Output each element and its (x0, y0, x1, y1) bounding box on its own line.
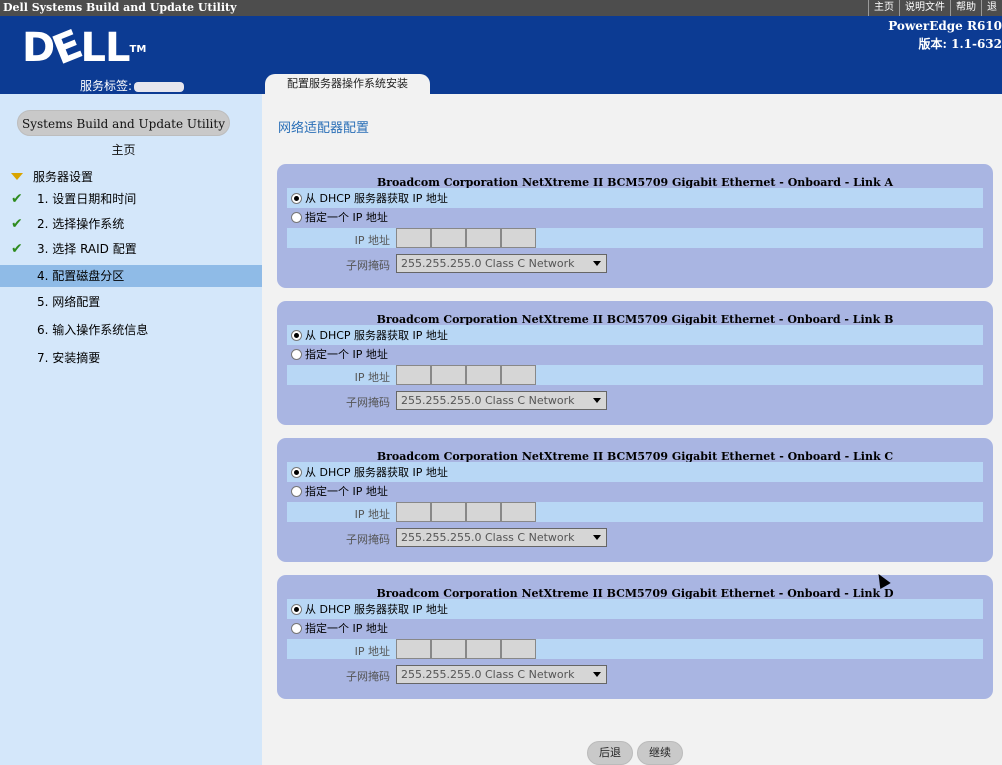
ip-label: IP 地址 (354, 645, 390, 658)
top-menu: 主页 说明文件 帮助 退 (868, 0, 1002, 16)
menu-documentation[interactable]: 说明文件 (899, 0, 950, 16)
static-ip-option[interactable]: 指定一个 IP 地址 (291, 619, 388, 637)
service-tag-value (134, 81, 185, 92)
sidebar-step-3[interactable]: ✔ 3. 选择 RAID 配置 (0, 238, 262, 260)
page-title: 网络适配器配置 (278, 121, 370, 136)
chevron-down-icon (591, 257, 604, 270)
ip-address-input[interactable] (396, 365, 536, 385)
ip-label: IP 地址 (354, 371, 390, 384)
sidebar-step-label: 1. 设置日期和时间 (37, 192, 137, 206)
title-bar: Dell Systems Build and Update Utility 主页… (0, 0, 1002, 16)
subnet-mask-select[interactable]: 255.255.255.0 Class C Network (396, 665, 607, 684)
ip-label: IP 地址 (354, 234, 390, 247)
sidebar-step-label: 6. 输入操作系统信息 (37, 323, 149, 337)
checkmark-icon: ✔ (11, 191, 23, 207)
ip-label: IP 地址 (354, 508, 390, 521)
dhcp-option[interactable]: 从 DHCP 服务器获取 IP 地址 (291, 189, 448, 207)
static-ip-option[interactable]: 指定一个 IP 地址 (291, 345, 388, 363)
radio-static-ip[interactable] (291, 622, 302, 634)
sidebar-step-label: 5. 网络配置 (37, 295, 101, 309)
nic-panel-c: Broadcom Corporation NetXtreme II BCM570… (277, 438, 993, 562)
static-ip-option[interactable]: 指定一个 IP 地址 (291, 482, 388, 500)
radio-dhcp[interactable] (291, 466, 302, 478)
nic-panel-a: Broadcom Corporation NetXtreme II BCM570… (277, 164, 993, 288)
subnet-label: 子网掩码 (346, 259, 390, 272)
radio-static-ip[interactable] (291, 211, 302, 223)
sidebar-step-label: 4. 配置磁盘分区 (37, 269, 125, 283)
chevron-down-icon (591, 668, 604, 681)
nic-panel-b: Broadcom Corporation NetXtreme II BCM570… (277, 301, 993, 425)
ip-address-input[interactable] (396, 639, 536, 659)
app-title: Dell Systems Build and Update Utility (3, 1, 237, 14)
version-label: 版本: 1.1-632 (918, 37, 1002, 51)
checkmark-icon: ✔ (11, 241, 23, 257)
dhcp-option[interactable]: 从 DHCP 服务器获取 IP 地址 (291, 600, 448, 618)
sidebar-step-2[interactable]: ✔ 2. 选择操作系统 (0, 213, 262, 235)
chevron-down-icon (591, 394, 604, 407)
dhcp-option[interactable]: 从 DHCP 服务器获取 IP 地址 (291, 463, 448, 481)
subnet-mask-select[interactable]: 255.255.255.0 Class C Network (396, 528, 607, 547)
subnet-label: 子网掩码 (346, 533, 390, 546)
static-ip-option[interactable]: 指定一个 IP 地址 (291, 208, 388, 226)
sidebar-step-label: 2. 选择操作系统 (37, 217, 125, 231)
subnet-label: 子网掩码 (346, 396, 390, 409)
expand-triangle-icon (11, 173, 23, 180)
chevron-down-icon (591, 531, 604, 544)
dell-logo: DELLTM (22, 21, 147, 75)
sidebar-step-4[interactable]: 4. 配置磁盘分区 (0, 265, 262, 287)
ip-address-input[interactable] (396, 228, 536, 248)
sidebar-step-label: 3. 选择 RAID 配置 (37, 242, 137, 256)
sidebar-step-1[interactable]: ✔ 1. 设置日期和时间 (0, 188, 262, 210)
sidebar-step-7[interactable]: 7. 安装摘要 (0, 347, 262, 369)
back-button[interactable]: 后退 (587, 741, 633, 765)
menu-home[interactable]: 主页 (868, 0, 899, 16)
sidebar-step-label: 7. 安装摘要 (37, 351, 101, 365)
sidebar: Systems Build and Update Utility 主页 服务器设… (0, 94, 262, 765)
radio-static-ip[interactable] (291, 485, 302, 497)
server-model: PowerEdge R610 (888, 19, 1002, 33)
radio-dhcp[interactable] (291, 603, 302, 615)
header: DELLTM 服务标签: PowerEdge R610 版本: 1.1-632 … (0, 16, 1002, 94)
service-tag: 服务标签: (80, 77, 185, 94)
home-button[interactable]: Systems Build and Update Utility 主页 (17, 110, 230, 157)
tab-configure-os-install[interactable]: 配置服务器操作系统安装 (265, 74, 430, 94)
menu-help[interactable]: 帮助 (950, 0, 981, 16)
nic-panel-d: Broadcom Corporation NetXtreme II BCM570… (277, 575, 993, 699)
sidebar-section-server-settings[interactable]: 服务器设置 (11, 168, 93, 185)
radio-static-ip[interactable] (291, 348, 302, 360)
subnet-mask-select[interactable]: 255.255.255.0 Class C Network (396, 254, 607, 273)
continue-button[interactable]: 继续 (637, 741, 683, 765)
subnet-mask-select[interactable]: 255.255.255.0 Class C Network (396, 391, 607, 410)
dhcp-option[interactable]: 从 DHCP 服务器获取 IP 地址 (291, 326, 448, 344)
subnet-label: 子网掩码 (346, 670, 390, 683)
checkmark-icon: ✔ (11, 216, 23, 232)
radio-dhcp[interactable] (291, 192, 302, 204)
sidebar-step-5[interactable]: 5. 网络配置 (0, 291, 262, 313)
menu-exit[interactable]: 退 (981, 0, 1002, 16)
sidebar-section-label: 服务器设置 (33, 170, 94, 184)
main-content: 网络适配器配置 Broadcom Corporation NetXtreme I… (262, 94, 1002, 765)
sidebar-step-6[interactable]: 6. 输入操作系统信息 (0, 319, 262, 341)
ip-address-input[interactable] (396, 502, 536, 522)
radio-dhcp[interactable] (291, 329, 302, 341)
